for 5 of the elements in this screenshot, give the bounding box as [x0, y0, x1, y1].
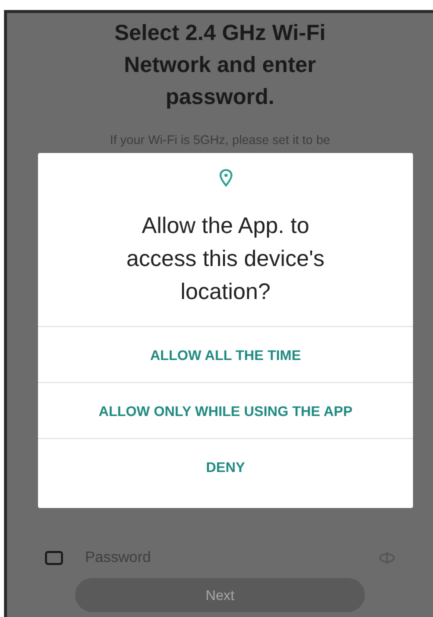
location-pin-icon [218, 169, 232, 187]
dialog-message: Allow the App. to access this device's location? [125, 212, 326, 306]
screen-title: Select 2.4 GHz Wi-Fi Network and enter password. [113, 19, 327, 111]
eye-icon[interactable] [379, 552, 395, 564]
next-button[interactable]: Next [75, 578, 365, 612]
